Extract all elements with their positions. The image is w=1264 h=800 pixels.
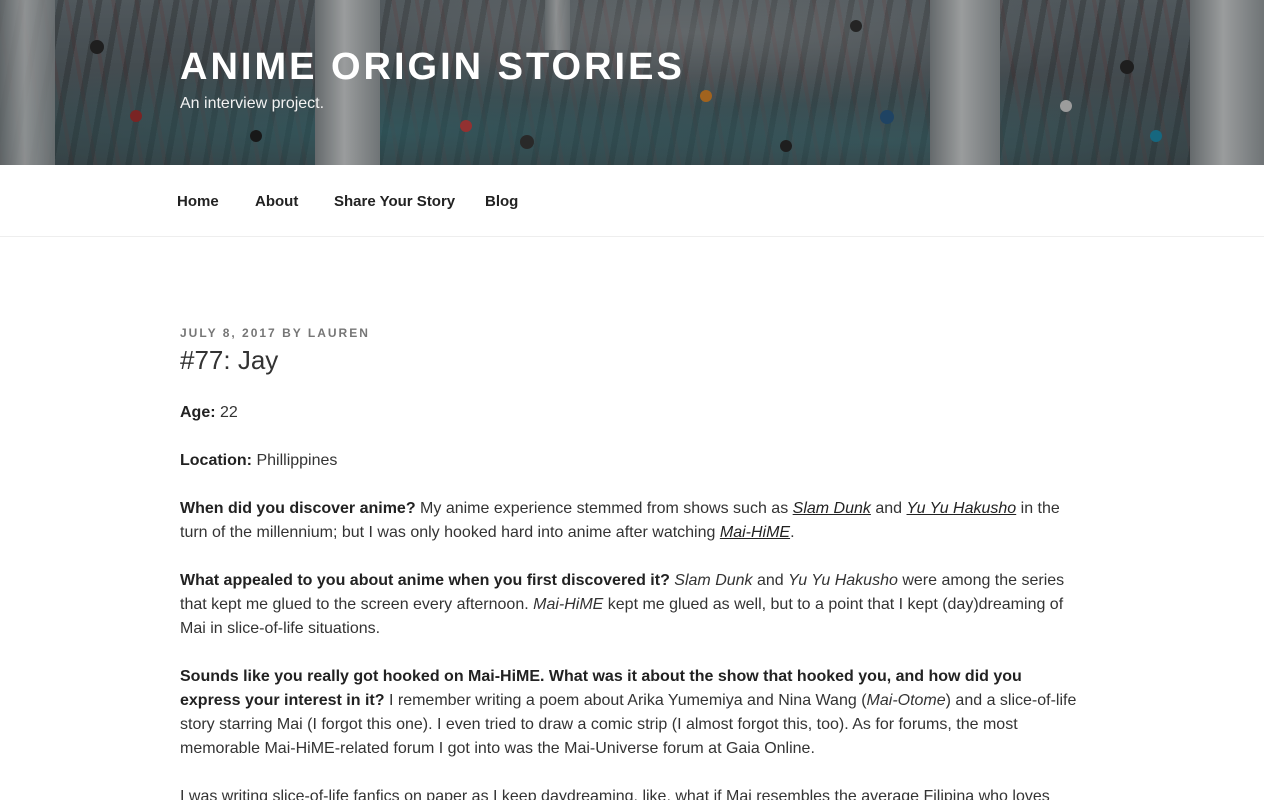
site-title[interactable]: ANIME ORIGIN STORIES [180, 46, 685, 89]
location-paragraph: Location: Phillippines [180, 449, 1085, 473]
post-date[interactable]: JULY 8, 2017 [180, 326, 277, 340]
nav-item-home[interactable]: Home [177, 193, 219, 210]
age-label: Age: [180, 404, 216, 421]
link-slam-dunk[interactable]: Slam Dunk [793, 500, 871, 517]
entry-meta: JULY 8, 2017 BY LAUREN [180, 326, 370, 340]
question-3-paragraph: Sounds like you really got hooked on Mai… [180, 665, 1085, 761]
answer-2-title-mai-hime: Mai-HiME [533, 596, 604, 613]
age-value: 22 [220, 404, 238, 421]
question-1: When did you discover anime? [180, 500, 416, 517]
question-2-paragraph: What appealed to you about anime when yo… [180, 569, 1085, 641]
nav-item-share-your-story[interactable]: Share Your Story [334, 193, 455, 210]
site-header: ANIME ORIGIN STORIES An interview projec… [0, 0, 1264, 165]
nav-item-blog[interactable]: Blog [485, 193, 518, 210]
link-yu-yu-hakusho[interactable]: Yu Yu Hakusho [907, 500, 1017, 517]
answer-1-text: My anime experience stemmed from shows s… [420, 500, 789, 517]
answer-1-and: and [875, 500, 903, 517]
site-description: An interview project. [180, 95, 325, 112]
post-title: #77: Jay [180, 345, 279, 375]
continuation-paragraph: I was writing slice-of-life fanfics on p… [180, 788, 1050, 800]
location-value: Phillippines [256, 452, 338, 469]
answer-2-title-slam-dunk: Slam Dunk [674, 572, 753, 589]
answer-3-title-mai-otome: Mai-Otome [866, 692, 946, 709]
answer-2-and: and [757, 572, 784, 589]
link-mai-hime[interactable]: Mai-HiME [720, 524, 790, 541]
age-paragraph: Age: 22 [180, 401, 1085, 425]
answer-1-period: . [790, 524, 795, 541]
answer-3-text: I remember writing a poem about Arika Yu… [388, 692, 867, 709]
question-2: What appealed to you about anime when yo… [180, 572, 670, 589]
answer-2-title-yu-yu-hakusho: Yu Yu Hakusho [788, 572, 898, 589]
post-author[interactable]: LAUREN [308, 326, 370, 340]
post-byline: BY [282, 326, 303, 340]
main-navigation: Home About Share Your Story Blog [0, 165, 1264, 237]
question-1-paragraph: When did you discover anime? My anime ex… [180, 497, 1085, 545]
nav-item-about[interactable]: About [255, 193, 298, 210]
post-content: Age: 22 Location: Phillippines When did … [180, 401, 1085, 800]
location-label: Location: [180, 452, 252, 469]
